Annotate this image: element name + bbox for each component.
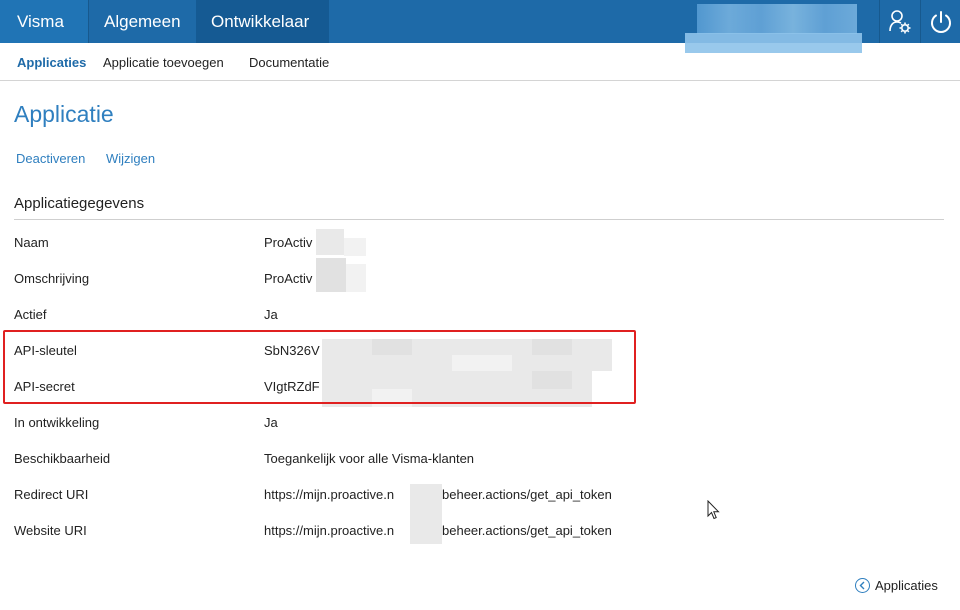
- value-actief: Ja: [264, 307, 278, 322]
- value-beschikbaarheid: Toegankelijk voor alle Visma-klanten: [264, 451, 475, 466]
- value-website-uri-start: https://mijn.proactive.n: [264, 523, 395, 538]
- value-redirect-uri-end: beheer.actions/get_api_token: [442, 487, 612, 502]
- mouse-cursor-icon: [707, 500, 720, 520]
- page-title: Applicatie: [14, 101, 114, 127]
- label-beschikbaarheid: Beschikbaarheid: [14, 451, 111, 466]
- label-in-ontwikkeling: In ontwikkeling: [14, 415, 100, 430]
- deactiveren-link[interactable]: Deactiveren: [16, 151, 85, 166]
- api-credentials-highlight-box: [3, 330, 636, 404]
- wijzigen-link[interactable]: Wijzigen: [106, 151, 155, 166]
- subnav-documentatie[interactable]: Documentatie: [249, 55, 329, 70]
- chevron-left-circle-icon: [855, 578, 870, 593]
- sub-nav: Applicaties Applicatie toevoegen Documen…: [0, 43, 960, 81]
- logout-button[interactable]: [920, 0, 960, 43]
- value-naam: ProActiv: [264, 235, 313, 250]
- nav-ontwikkelaar[interactable]: Ontwikkelaar: [196, 0, 329, 43]
- user-settings-button[interactable]: [879, 0, 919, 43]
- section-divider: [14, 219, 944, 220]
- user-settings-icon: [888, 9, 910, 33]
- top-nav-bar: Visma Algemeen Ontwikkelaar: [0, 0, 960, 53]
- subnav-applicatie-toevoegen[interactable]: Applicatie toevoegen: [103, 55, 224, 70]
- label-website-uri: Website URI: [14, 523, 87, 538]
- user-name-redacted: [697, 4, 857, 34]
- subnav-applicaties[interactable]: Applicaties: [17, 55, 86, 70]
- label-omschrijving: Omschrijving: [14, 271, 90, 286]
- back-link-label: Applicaties: [875, 578, 938, 593]
- label-redirect-uri: Redirect URI: [14, 487, 89, 502]
- value-redirect-uri-start: https://mijn.proactive.n: [264, 487, 395, 502]
- value-in-ontwikkeling: Ja: [264, 415, 278, 430]
- label-naam: Naam: [14, 235, 49, 250]
- label-actief: Actief: [14, 307, 47, 322]
- nav-algemeen[interactable]: Algemeen: [88, 0, 196, 43]
- back-to-applicaties-link[interactable]: Applicaties: [855, 578, 938, 593]
- brand-visma[interactable]: Visma: [0, 0, 88, 43]
- value-website-uri-end: beheer.actions/get_api_token: [442, 523, 612, 538]
- value-omschrijving: ProActiv: [264, 271, 313, 286]
- section-title: Applicatiegegevens: [14, 195, 145, 212]
- power-icon: [930, 10, 951, 33]
